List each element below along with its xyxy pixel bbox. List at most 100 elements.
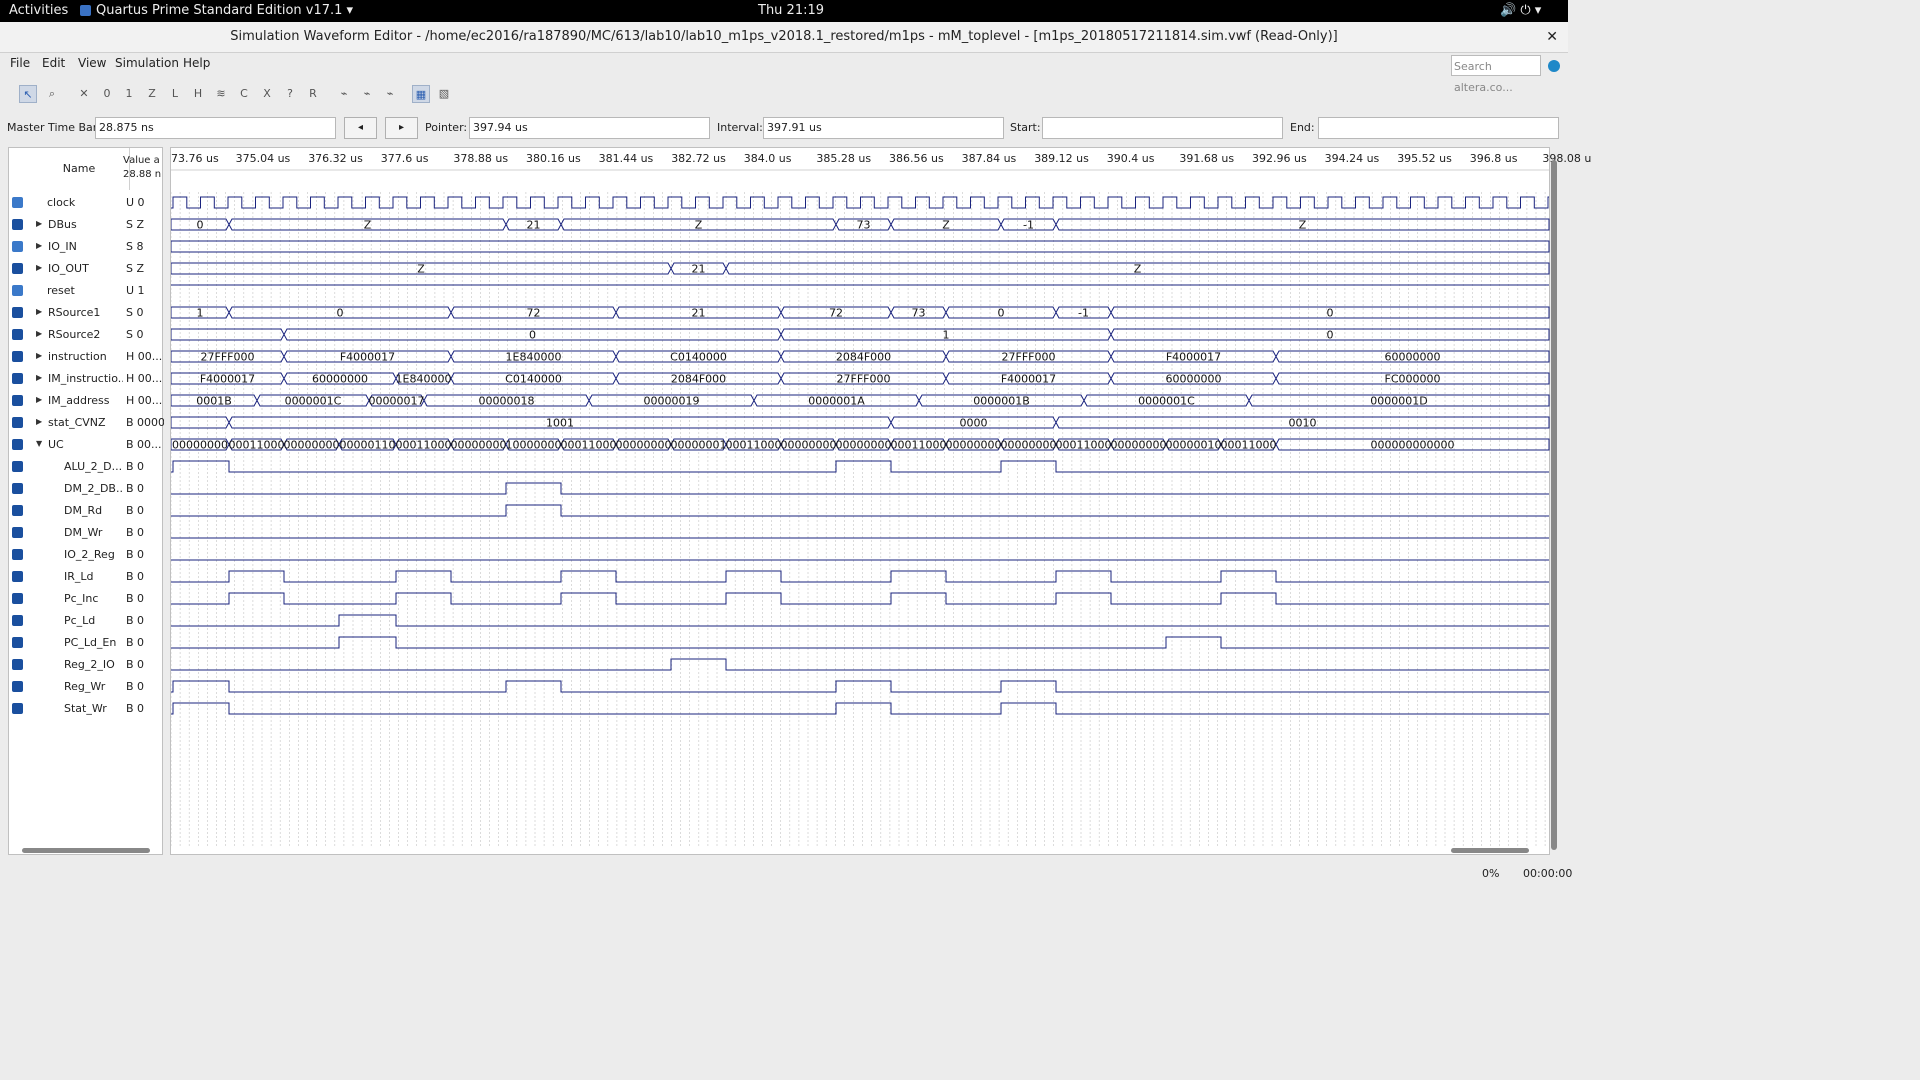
signal-row[interactable]: DM_Wr B 0: [9, 522, 164, 544]
vertical-scrollbar[interactable]: [1551, 160, 1557, 850]
force-high-icon[interactable]: 1: [120, 85, 138, 103]
expand-icon[interactable]: ▶: [36, 417, 42, 426]
interval-field[interactable]: 397.91 us: [763, 117, 1004, 139]
system-tray-icons[interactable]: 🔊 ⏻ ▾: [1500, 3, 1541, 18]
bus-value-label: 72: [829, 307, 843, 320]
signal-row[interactable]: ▶ instruction H 00...: [9, 346, 164, 368]
menu-help[interactable]: Help: [183, 56, 210, 70]
signal-list-horizontal-scrollbar[interactable]: [22, 848, 150, 853]
dont-care-icon[interactable]: ≋: [212, 85, 230, 103]
menu-view[interactable]: View: [78, 56, 106, 70]
signal-row[interactable]: ALU_2_D... B 0: [9, 456, 164, 478]
signal-row[interactable]: ▶ IM_instructio... H 00...: [9, 368, 164, 390]
arbitrary-value-icon[interactable]: R: [304, 85, 322, 103]
signal-row[interactable]: ▶ IO_OUT S Z: [9, 258, 164, 280]
signal-row[interactable]: Reg_2_IO B 0: [9, 654, 164, 676]
signal-row[interactable]: ▶ RSource2 S 0: [9, 324, 164, 346]
signal-row[interactable]: ▼ UC B 00...: [9, 434, 164, 456]
bus-value-label: 0: [197, 219, 204, 232]
signal-row[interactable]: DM_2_DB... B 0: [9, 478, 164, 500]
snap-transition-icon[interactable]: ⌁: [358, 85, 376, 103]
signal-row[interactable]: Reg_Wr B 0: [9, 676, 164, 698]
clock-display[interactable]: Thu 21:19: [758, 3, 824, 18]
signal-row[interactable]: IR_Ld B 0: [9, 566, 164, 588]
end-field[interactable]: [1318, 117, 1559, 139]
value-header-line2: 28.88 n: [123, 169, 162, 180]
bus-value-label: F4000017: [340, 351, 395, 364]
signal-row[interactable]: Stat_Wr B 0: [9, 698, 164, 720]
signal-name: Reg_Wr: [64, 680, 106, 693]
signal-row[interactable]: clock U 0: [9, 192, 164, 214]
bus-value-label: 1: [197, 307, 204, 320]
signal-row[interactable]: Pc_Inc B 0: [9, 588, 164, 610]
force-weak-low-icon[interactable]: L: [166, 85, 184, 103]
bus-value-label: 0001B: [196, 395, 232, 408]
signal-row[interactable]: DM_Rd B 0: [9, 500, 164, 522]
bus-value-label: 00000017: [369, 395, 425, 408]
search-input[interactable]: Search altera.co...: [1451, 55, 1541, 94]
signal-value: B 0: [126, 614, 145, 627]
invert-icon[interactable]: X: [258, 85, 276, 103]
signal-name: DM_Rd: [64, 504, 103, 517]
bus-value-label: 00011000: [891, 439, 947, 452]
prev-transition-button[interactable]: ◂: [344, 117, 377, 139]
menu-simulation[interactable]: Simulation: [115, 56, 179, 70]
signal-row[interactable]: ▶ DBus S Z: [9, 214, 164, 236]
signal-row[interactable]: ▶ RSource1 S 0: [9, 302, 164, 324]
pointer-field[interactable]: 397.94 us: [469, 117, 710, 139]
bus-value-label: C0140000: [670, 351, 727, 364]
menu-file[interactable]: File: [10, 56, 30, 70]
expand-icon[interactable]: ▶: [36, 395, 42, 404]
value-column-header[interactable]: Value a 28.88 n: [123, 154, 163, 182]
signal-value: B 0: [126, 526, 145, 539]
menu-edit[interactable]: Edit: [42, 56, 65, 70]
pulse-wave: [171, 658, 1549, 671]
name-column-header[interactable]: Name: [29, 148, 130, 190]
force-high-impedance-icon[interactable]: Z: [143, 85, 161, 103]
app-menu-button[interactable]: Quartus Prime Standard Edition v17.1 ▾: [96, 3, 353, 18]
grid-settings-icon[interactable]: ▧: [435, 85, 453, 103]
snap-to-grid-icon[interactable]: ⌁: [335, 85, 353, 103]
force-low-icon[interactable]: 0: [98, 85, 116, 103]
signal-row[interactable]: ▶ stat_CVNZ B 0000: [9, 412, 164, 434]
waveform-canvas[interactable]: 0 Z 21 Z 73 Z -1 ZZ 21 Z1 0 72 21 72 73 0 -1 00 1 027FFF000…: [171, 148, 1551, 854]
find-transition-icon[interactable]: ⌁: [381, 85, 399, 103]
expand-icon[interactable]: ▶: [36, 373, 42, 382]
bus-segment: [171, 416, 230, 429]
force-unknown-icon[interactable]: ✕: [75, 85, 93, 103]
force-weak-high-icon[interactable]: H: [189, 85, 207, 103]
bus-value-label: 27FFF000: [837, 373, 891, 386]
pulse-wave: [171, 614, 1549, 627]
globe-icon[interactable]: [1548, 60, 1560, 72]
expand-icon[interactable]: ▶: [36, 219, 42, 228]
signal-row[interactable]: PC_Ld_En B 0: [9, 632, 164, 654]
waveform-horizontal-scrollbar[interactable]: [1451, 848, 1529, 853]
expand-icon[interactable]: ▶: [36, 307, 42, 316]
signal-row[interactable]: ▶ IM_address H 00...: [9, 390, 164, 412]
expand-icon[interactable]: ▶: [36, 351, 42, 360]
waveform-view-icon[interactable]: ▦: [412, 85, 430, 103]
collapse-icon[interactable]: ▼: [36, 439, 42, 448]
selection-tool-icon[interactable]: ↖: [19, 85, 37, 103]
start-field[interactable]: [1042, 117, 1283, 139]
bus-value-label: 73: [912, 307, 926, 320]
expand-icon[interactable]: ▶: [36, 263, 42, 272]
count-value-icon[interactable]: C: [235, 85, 253, 103]
zoom-tool-icon[interactable]: ⌕: [43, 85, 61, 103]
signal-row[interactable]: Pc_Ld B 0: [9, 610, 164, 632]
random-value-icon[interactable]: ?: [281, 85, 299, 103]
next-transition-button[interactable]: ▸: [385, 117, 418, 139]
output-pin-icon: [12, 439, 23, 450]
close-icon[interactable]: ✕: [1546, 22, 1558, 52]
activities-button[interactable]: Activities: [9, 3, 68, 18]
master-time-bar-field[interactable]: 28.875 ns: [95, 117, 336, 139]
signal-row[interactable]: ▶ IO_IN S 8: [9, 236, 164, 258]
signal-row[interactable]: reset U 1: [9, 280, 164, 302]
bus-value-label: 00000000: [284, 439, 340, 452]
clock-wave: [171, 196, 1549, 209]
expand-icon[interactable]: ▶: [36, 241, 42, 250]
signal-row[interactable]: IO_2_Reg B 0: [9, 544, 164, 566]
waveform-panel[interactable]: 73.76 us 375.04 us 376.32 us 377.6 us 378.88…: [170, 147, 1591, 855]
signal-value: B 0: [126, 460, 145, 473]
expand-icon[interactable]: ▶: [36, 329, 42, 338]
